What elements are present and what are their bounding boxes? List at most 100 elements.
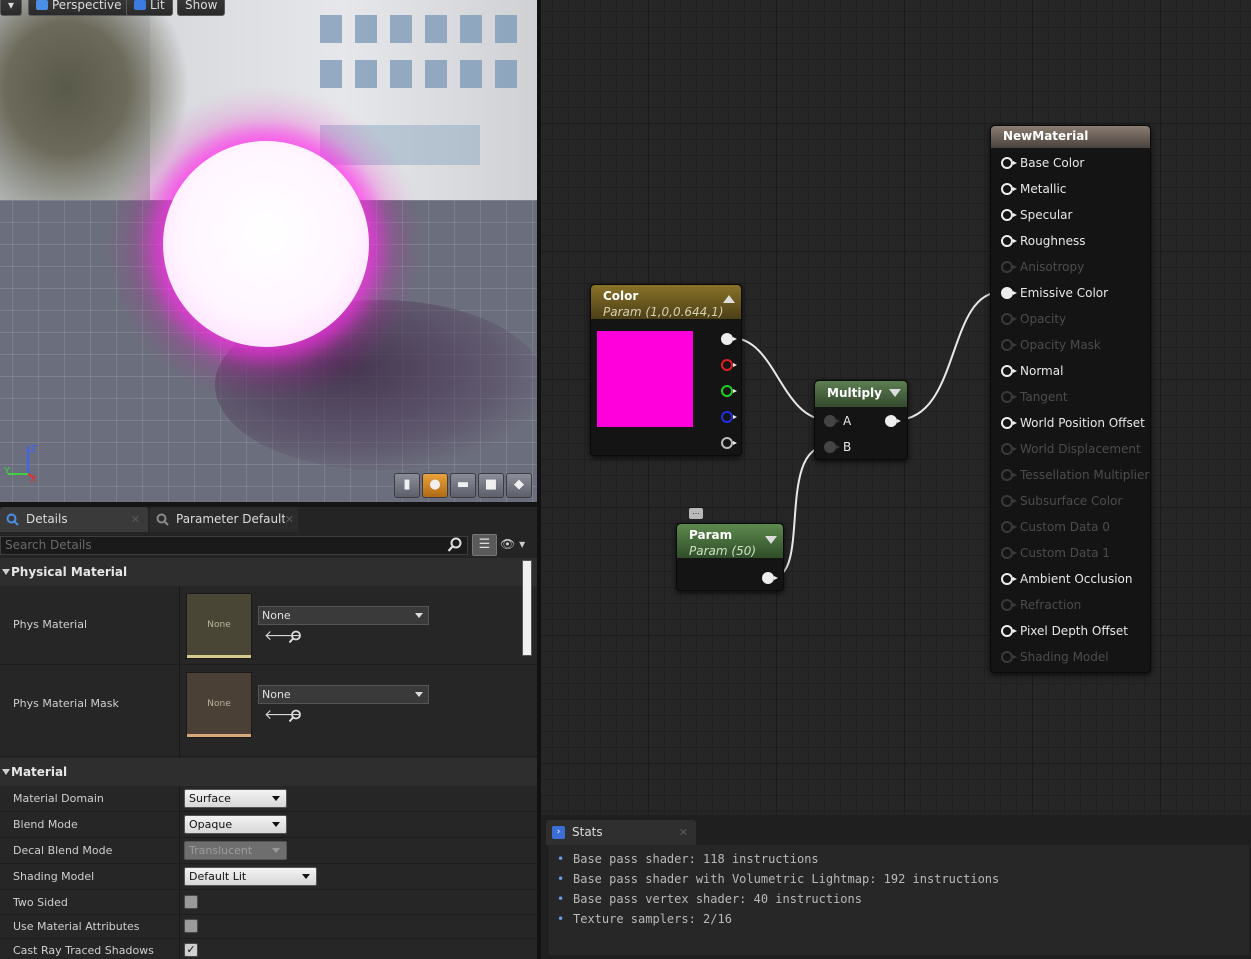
material-input-pin-row[interactable]: Ambient Occlusion	[1001, 571, 1132, 587]
input-pin[interactable]	[1001, 417, 1017, 429]
param-node[interactable]: … Param Param (50)	[676, 508, 784, 591]
material-input-pin-row[interactable]: Emissive Color	[1001, 285, 1108, 301]
preview-plane-button[interactable]: ▬	[450, 473, 476, 498]
multiply-node[interactable]: Multiply A B	[814, 380, 908, 460]
material-input-pin-row[interactable]: Roughness	[1001, 233, 1085, 249]
input-pin[interactable]	[1001, 313, 1017, 325]
material-input-pin-row[interactable]: Normal	[1001, 363, 1063, 379]
two-sided-checkbox[interactable]	[184, 895, 198, 909]
view-mode-button[interactable]: Lit	[126, 0, 173, 16]
input-pin[interactable]	[824, 415, 840, 427]
material-input-pin-row[interactable]: World Position Offset	[1001, 415, 1145, 431]
viewport-options-button[interactable]: ▾	[0, 0, 22, 16]
material-input-pin-row[interactable]: Subsurface Color	[1001, 493, 1122, 509]
input-pin[interactable]	[1001, 573, 1017, 585]
details-scrollbar-thumb[interactable]	[522, 560, 532, 656]
property-matrix-button[interactable]: ☰	[472, 534, 497, 556]
collapse-icon[interactable]	[723, 295, 735, 303]
material-input-pin-row[interactable]: Custom Data 1	[1001, 545, 1110, 561]
input-pin[interactable]	[1001, 183, 1017, 195]
material-domain-combo[interactable]: Surface	[184, 789, 287, 808]
cast-ray-traced-shadows-checkbox[interactable]: ✓	[184, 943, 198, 957]
color-node[interactable]: Color Param (1,0,0.644,1)	[590, 284, 742, 456]
material-input-pin-row[interactable]: Tangent	[1001, 389, 1068, 405]
multiply-input-b[interactable]: B	[824, 439, 851, 455]
input-pin[interactable]	[1001, 391, 1017, 403]
input-pin[interactable]	[1001, 261, 1017, 273]
material-input-pin-row[interactable]: Base Color	[1001, 155, 1084, 171]
sphere-icon: ●	[429, 477, 441, 492]
property-row-cast-ray-traced-shadows: Cast Ray Traced Shadows ✓	[0, 939, 537, 959]
input-pin[interactable]	[1001, 651, 1017, 663]
material-input-pin-row[interactable]: Metallic	[1001, 181, 1066, 197]
material-input-pin-row[interactable]: Shading Model	[1001, 649, 1109, 665]
material-graph[interactable]: Color Param (1,0,0.644,1) Multiply A B ……	[541, 0, 1251, 815]
input-pin[interactable]	[1001, 235, 1017, 247]
material-input-pin-row[interactable]: Opacity	[1001, 311, 1066, 327]
collapse-icon[interactable]	[765, 536, 777, 544]
asset-thumbnail[interactable]: None	[186, 672, 252, 738]
material-input-pin-row[interactable]: Pixel Depth Offset	[1001, 623, 1128, 639]
input-pin[interactable]	[1001, 521, 1017, 533]
param-output-pin[interactable]	[762, 572, 778, 584]
material-input-pin-row[interactable]: Anisotropy	[1001, 259, 1084, 275]
browse-icon[interactable]	[288, 630, 302, 644]
asset-thumbnail[interactable]: None	[186, 593, 252, 659]
tab-parameter-defaults[interactable]: Parameter Defaults ✕	[150, 507, 298, 532]
category-physical-material[interactable]: Physical Material	[0, 558, 537, 586]
preview-cube-button[interactable]: ■	[478, 473, 504, 498]
input-pin[interactable]	[1001, 209, 1017, 221]
input-pin[interactable]	[1001, 339, 1017, 351]
comment-bubble-icon[interactable]: …	[689, 508, 703, 519]
material-input-pin-row[interactable]: Opacity Mask	[1001, 337, 1101, 353]
tab-stats[interactable]: › Stats ✕	[546, 820, 696, 845]
material-input-pin-row[interactable]: World Displacement	[1001, 441, 1141, 457]
material-input-pin-row[interactable]: Tessellation Multiplier	[1001, 467, 1149, 483]
input-pin[interactable]	[1001, 469, 1017, 481]
details-panel: Details ✕ Parameter Defaults ✕ Search De…	[0, 507, 537, 959]
output-r-pin[interactable]	[721, 359, 737, 371]
show-button[interactable]: Show	[177, 0, 226, 16]
perspective-button[interactable]: Perspective	[28, 0, 130, 16]
preview-custom-mesh-button[interactable]: ◆	[506, 473, 532, 498]
asset-picker-combo[interactable]: None	[258, 685, 429, 704]
multiply-output-pin[interactable]	[885, 415, 901, 427]
view-options-button[interactable]: 👁 ▾	[500, 537, 534, 553]
input-pin[interactable]	[1001, 287, 1017, 299]
input-pin[interactable]	[1001, 495, 1017, 507]
output-rgba-pin[interactable]	[721, 333, 737, 345]
input-pin[interactable]	[1001, 365, 1017, 377]
search-details-input[interactable]: Search Details	[0, 536, 468, 555]
material-result-node[interactable]: NewMaterial Base Color Metallic Specular Ro…	[990, 125, 1151, 673]
use-material-attributes-checkbox[interactable]	[184, 919, 198, 933]
material-input-pin-row[interactable]: Custom Data 0	[1001, 519, 1110, 535]
material-input-pin-row[interactable]: Refraction	[1001, 597, 1081, 613]
close-icon[interactable]: ✕	[284, 507, 294, 532]
output-a-pin[interactable]	[721, 437, 737, 449]
close-icon[interactable]: ✕	[131, 507, 140, 532]
input-pin[interactable]	[1001, 443, 1017, 455]
output-b-pin[interactable]	[721, 411, 737, 423]
browse-icon[interactable]	[288, 709, 302, 723]
preview-viewport[interactable]: ▾ Perspective Lit Show Z Y X ▮ ● ▬ ■ ◆	[0, 0, 537, 502]
material-input-pin-row[interactable]: Specular	[1001, 207, 1072, 223]
input-pin[interactable]	[1001, 625, 1017, 637]
input-pin[interactable]	[1001, 547, 1017, 559]
blend-mode-combo[interactable]: Opaque	[184, 815, 287, 834]
collapse-icon[interactable]	[889, 389, 901, 397]
input-pin[interactable]	[1001, 599, 1017, 611]
input-pin[interactable]	[824, 441, 840, 453]
output-g-pin[interactable]	[721, 385, 737, 397]
multiply-input-a[interactable]: A	[824, 413, 851, 429]
cube-icon: ■	[484, 477, 498, 492]
plane-icon: ▬	[456, 477, 470, 492]
close-icon[interactable]: ✕	[679, 820, 688, 845]
preview-sphere-button[interactable]: ●	[422, 473, 448, 498]
input-pin[interactable]	[1001, 157, 1017, 169]
shading-model-combo[interactable]: Default Lit	[184, 867, 317, 886]
preview-cylinder-button[interactable]: ▮	[394, 473, 420, 498]
console-icon: ›	[552, 826, 565, 839]
category-material[interactable]: Material	[0, 758, 537, 786]
tab-details[interactable]: Details ✕	[0, 507, 148, 532]
asset-picker-combo[interactable]: None	[258, 606, 429, 625]
